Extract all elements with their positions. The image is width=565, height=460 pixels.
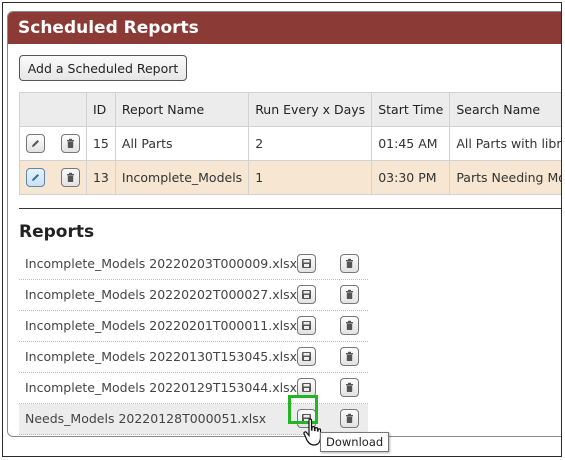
save-icon — [302, 383, 311, 392]
trash-icon — [346, 382, 353, 392]
trash-icon — [346, 289, 353, 299]
report-filename: Needs_Models 20220128T000051.xlsx — [25, 411, 267, 426]
download-tooltip: Download — [320, 432, 390, 452]
delete-button[interactable] — [340, 409, 359, 428]
edit-button[interactable] — [26, 168, 45, 187]
pencil-icon — [32, 140, 39, 147]
add-scheduled-report-button[interactable]: Add a Scheduled Report — [19, 55, 187, 81]
col-header-start-time: Start Time — [371, 92, 451, 127]
delete-button[interactable] — [340, 316, 359, 335]
trash-icon — [346, 258, 353, 268]
col-header-run-every: Run Every x Days — [248, 92, 373, 127]
list-item: Incomplete_Models 20220201T000011.xlsx — [19, 311, 368, 342]
cell-id: 13 — [85, 160, 116, 195]
report-filename: Incomplete_Models 20220203T000009.xlsx — [25, 256, 297, 271]
pencil-icon — [32, 174, 39, 181]
save-icon — [302, 259, 311, 268]
table-row[interactable]: 15 All Parts 2 01:45 AM All Parts with l… — [19, 126, 561, 161]
scheduled-reports-table: ID Report Name Run Every x Days Start Ti… — [19, 92, 561, 195]
cell-run-every: 2 — [248, 126, 373, 161]
download-button[interactable] — [297, 285, 316, 304]
trash-icon — [66, 172, 74, 182]
delete-button[interactable] — [340, 378, 359, 397]
report-filename: Incomplete_Models 20220201T000011.xlsx — [25, 318, 297, 333]
report-filename: Incomplete_Models 20220129T153044.xlsx — [25, 380, 297, 395]
cell-start-time: 03:30 PM — [371, 160, 451, 195]
cell-search-name: Parts Needing Models — [449, 160, 561, 195]
cell-report-name: All Parts — [114, 126, 250, 161]
col-header-id: ID — [85, 92, 116, 127]
col-header-search-name: Search Name — [449, 92, 561, 127]
list-item: Incomplete_Models 20220202T000027.xlsx — [19, 280, 368, 311]
table-header-row: ID Report Name Run Every x Days Start Ti… — [19, 92, 561, 127]
delete-button[interactable] — [60, 134, 80, 153]
edit-button[interactable] — [26, 134, 45, 153]
trash-icon — [346, 320, 353, 330]
download-button[interactable] — [297, 254, 316, 273]
download-button[interactable] — [297, 347, 316, 366]
delete-button[interactable] — [340, 285, 359, 304]
cell-search-name: All Parts with library — [449, 126, 561, 161]
reports-heading: Reports — [19, 222, 95, 242]
row-actions — [19, 160, 87, 195]
trash-icon — [346, 413, 353, 423]
trash-icon — [346, 351, 353, 361]
section-divider — [19, 208, 561, 209]
panel-title: Scheduled Reports — [8, 12, 561, 44]
cell-report-name: Incomplete_Models — [114, 160, 250, 195]
table-row[interactable]: 13 Incomplete_Models 1 03:30 PM Parts Ne… — [19, 160, 561, 195]
row-actions — [19, 126, 87, 161]
delete-button[interactable] — [340, 254, 359, 273]
list-item: Incomplete_Models 20220130T153045.xlsx — [19, 342, 368, 373]
report-filename: Incomplete_Models 20220202T000027.xlsx — [25, 287, 297, 302]
cell-run-every: 1 — [248, 160, 373, 195]
download-button[interactable] — [297, 316, 316, 335]
scheduled-reports-panel: Scheduled Reports Add a Scheduled Report… — [7, 11, 561, 437]
delete-button[interactable] — [60, 168, 80, 187]
save-icon — [302, 290, 311, 299]
col-header-report-name: Report Name — [114, 92, 250, 127]
trash-icon — [66, 138, 74, 148]
delete-button[interactable] — [340, 347, 359, 366]
window-frame: Scheduled Reports Add a Scheduled Report… — [2, 2, 562, 457]
save-icon — [302, 352, 311, 361]
report-filename: Incomplete_Models 20220130T153045.xlsx — [25, 349, 297, 364]
cell-id: 15 — [85, 126, 116, 161]
save-icon — [302, 321, 311, 330]
list-item: Incomplete_Models 20220203T000009.xlsx — [19, 249, 368, 280]
cell-start-time: 01:45 AM — [371, 126, 451, 161]
actions-header — [19, 92, 87, 127]
